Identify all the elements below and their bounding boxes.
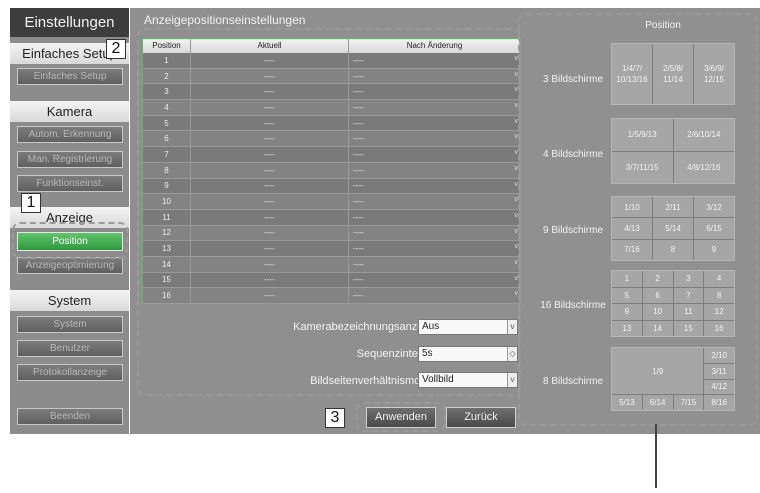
auto-detect-button[interactable]: Autom. Erkennung — [17, 126, 123, 143]
system-button[interactable]: System — [17, 316, 123, 333]
users-button[interactable]: Benutzer — [17, 340, 123, 357]
manual-registration-button[interactable]: Man. Registrierung — [17, 151, 123, 168]
callout-highlight-apply — [356, 402, 446, 432]
function-settings-button[interactable]: Funktionseinst. — [17, 175, 123, 192]
callout-number-3: 3 — [325, 408, 345, 428]
simple-setup-button[interactable]: Einfaches Setup — [17, 68, 123, 85]
exit-button[interactable]: Beenden — [17, 408, 123, 425]
page-title: Anzeigepositionseinstellungen — [144, 13, 306, 27]
sidebar-title: Einstellungen — [10, 8, 129, 37]
callout-leader-line — [655, 424, 657, 488]
sidebar: Einstellungen Einfaches Setup Einfaches … — [10, 8, 129, 434]
sidebar-header-camera: Kamera — [10, 101, 129, 122]
log-view-button[interactable]: Protokollanzeige — [17, 364, 123, 381]
callout-highlight-settings — [137, 28, 521, 396]
callout-highlight-position — [12, 222, 128, 259]
callout-highlight-layout — [518, 13, 758, 426]
screen: Einstellungen Einfaches Setup Einfaches … — [0, 0, 760, 493]
callout-number-1: 1 — [21, 193, 41, 213]
back-button[interactable]: Zurück — [446, 407, 516, 428]
display-optimization-button[interactable]: Anzeigeoptimierung — [17, 257, 123, 274]
callout-number-2: 2 — [106, 39, 126, 59]
sidebar-header-system: System — [10, 290, 129, 311]
